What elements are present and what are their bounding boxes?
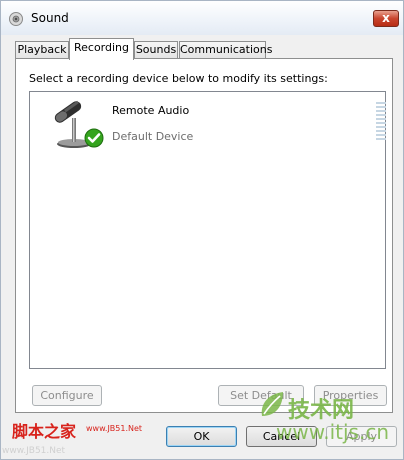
window-title: Sound bbox=[31, 11, 69, 25]
leaf-logo-icon bbox=[261, 392, 283, 416]
device-status: Default Device bbox=[112, 130, 194, 143]
recording-panel: Select a recording device below to modif… bbox=[15, 58, 393, 413]
tab-label: Communications bbox=[180, 43, 273, 56]
ok-button[interactable]: OK bbox=[166, 426, 237, 447]
tab-label: Playback bbox=[17, 43, 67, 56]
configure-button[interactable]: Configure bbox=[32, 385, 102, 406]
level-meter bbox=[376, 102, 386, 142]
list-item[interactable]: Remote Audio Default Device bbox=[32, 94, 386, 152]
watermark-jb51-bottom: www.JB51.Net bbox=[2, 446, 66, 456]
tab-label: Recording bbox=[73, 41, 130, 54]
speaker-icon bbox=[9, 12, 23, 26]
watermark-jb51-title: 脚本之家 bbox=[12, 422, 77, 441]
tab-recording[interactable]: Recording bbox=[69, 38, 134, 60]
tab-label: Sounds bbox=[135, 43, 177, 56]
checkmark-icon bbox=[84, 128, 104, 148]
tab-sounds[interactable]: Sounds bbox=[134, 41, 178, 59]
watermark-jb51-url: www.JB51.Net bbox=[86, 424, 143, 433]
device-list[interactable]: Remote Audio Default Device bbox=[29, 91, 386, 369]
sound-dialog: Sound x Playback Recording Sounds Commun… bbox=[0, 0, 404, 460]
instruction-text: Select a recording device below to modif… bbox=[29, 72, 328, 85]
device-name: Remote Audio bbox=[112, 104, 190, 117]
watermark-itjs-url: www.itjs.cn bbox=[276, 420, 389, 444]
title-bar[interactable]: Sound x bbox=[1, 1, 403, 35]
close-button[interactable]: x bbox=[373, 10, 399, 27]
tab-strip: Playback Recording Sounds Communications bbox=[15, 38, 395, 60]
close-icon: x bbox=[382, 11, 390, 25]
tab-playback[interactable]: Playback bbox=[15, 41, 69, 59]
tab-communications[interactable]: Communications bbox=[179, 41, 272, 59]
